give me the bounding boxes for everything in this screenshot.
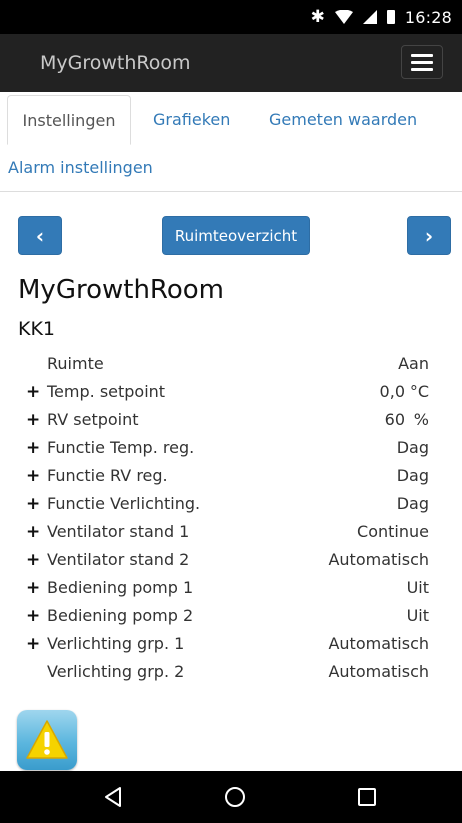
warning-icon xyxy=(26,720,68,759)
expand-plus-icon[interactable]: + xyxy=(26,518,40,546)
setting-value-text: 0,0 xyxy=(379,382,405,401)
setting-value: Dag xyxy=(397,462,429,490)
setting-label: Functie Temp. reg. xyxy=(47,438,195,457)
setting-unit: °C xyxy=(409,382,429,401)
setting-value-text: Uit xyxy=(406,606,429,625)
setting-value: Automatisch xyxy=(328,658,429,686)
hamburger-line xyxy=(411,67,433,71)
setting-value: Dag xyxy=(397,490,429,518)
setting-label: Ventilator stand 2 xyxy=(47,550,190,569)
expand-plus-icon[interactable]: + xyxy=(26,434,40,462)
setting-value-text: Automatisch xyxy=(328,662,429,681)
setting-label: Verlichting grp. 2 xyxy=(47,662,185,681)
tab-bar: Instellingen Grafieken Gemeten waarden A… xyxy=(0,92,462,192)
navbar: MyGrowthRoom xyxy=(0,34,462,92)
setting-row[interactable]: + Bediening pomp 2 Uit xyxy=(0,602,462,630)
setting-value: Uit xyxy=(407,602,429,630)
setting-value-text: Continue xyxy=(357,522,429,541)
setting-value-text: Automatisch xyxy=(328,634,429,653)
room-title: MyGrowthRoom xyxy=(18,275,224,305)
setting-row[interactable]: + Functie Temp. reg. Dag xyxy=(0,434,462,462)
navbar-brand[interactable]: MyGrowthRoom xyxy=(40,34,191,92)
setting-label: RV setpoint xyxy=(47,410,139,429)
setting-row[interactable]: + RV setpoint 60% xyxy=(0,406,462,434)
battery-icon xyxy=(386,10,395,24)
setting-label: Ruimte xyxy=(47,354,104,373)
back-icon[interactable] xyxy=(100,784,126,810)
hamburger-menu-button[interactable] xyxy=(401,45,443,79)
status-icons: ✱ 16:28 xyxy=(311,0,452,34)
setting-value-text: Automatisch xyxy=(328,550,429,569)
bluetooth-icon: ✱ xyxy=(310,7,325,27)
tab-instellingen[interactable]: Instellingen xyxy=(7,95,131,145)
setting-label: Temp. setpoint xyxy=(47,382,166,401)
setting-label: Functie Verlichting. xyxy=(47,494,201,513)
android-navigation-bar xyxy=(0,771,462,823)
home-icon[interactable] xyxy=(222,784,248,810)
setting-value-text: Aan xyxy=(398,354,429,373)
expand-plus-icon[interactable]: + xyxy=(26,602,40,630)
setting-row: Ruimte Aan xyxy=(0,350,462,378)
setting-label: Functie RV reg. xyxy=(47,466,168,485)
status-bar: ✱ 16:28 xyxy=(0,0,462,34)
previous-room-button[interactable]: ‹ xyxy=(18,216,62,255)
expand-plus-icon[interactable]: + xyxy=(26,490,40,518)
setting-label: Verlichting grp. 1 xyxy=(47,634,185,653)
setting-value: Automatisch xyxy=(328,630,429,658)
recent-apps-icon[interactable] xyxy=(354,784,380,810)
setting-label: Bediening pomp 2 xyxy=(47,606,194,625)
setting-label: Ventilator stand 1 xyxy=(47,522,190,541)
setting-row[interactable]: + Verlichting grp. 1 Automatisch xyxy=(0,630,462,658)
tab-alarm-instellingen[interactable]: Alarm instellingen xyxy=(8,143,153,193)
setting-value: Automatisch xyxy=(328,546,429,574)
expand-plus-icon[interactable]: + xyxy=(26,546,40,574)
setting-row: Verlichting grp. 2 Automatisch xyxy=(0,658,462,686)
chevron-left-icon: ‹ xyxy=(35,223,45,248)
setting-value: Continue xyxy=(357,518,429,546)
setting-value: Dag xyxy=(397,434,429,462)
setting-value-text: Dag xyxy=(396,466,429,485)
setting-row[interactable]: + Bediening pomp 1 Uit xyxy=(0,574,462,602)
setting-row[interactable]: + Ventilator stand 1 Continue xyxy=(0,518,462,546)
setting-row[interactable]: + Ventilator stand 2 Automatisch xyxy=(0,546,462,574)
signal-icon xyxy=(362,10,377,24)
room-overview-button[interactable]: Ruimteoverzicht xyxy=(162,216,310,255)
alarm-button[interactable] xyxy=(17,710,77,770)
hamburger-menu-icon xyxy=(411,53,433,57)
setting-value: Uit xyxy=(407,574,429,602)
expand-plus-icon[interactable]: + xyxy=(26,462,40,490)
expand-plus-icon[interactable]: + xyxy=(26,406,40,434)
setting-row[interactable]: + Functie Verlichting. Dag xyxy=(0,490,462,518)
setting-row[interactable]: + Functie RV reg. Dag xyxy=(0,462,462,490)
room-subtitle: KK1 xyxy=(18,318,56,340)
expand-plus-icon[interactable]: + xyxy=(26,574,40,602)
setting-value-text: 60 xyxy=(384,410,405,429)
tab-divider xyxy=(0,191,462,192)
setting-label: Bediening pomp 1 xyxy=(47,578,194,597)
wifi-icon xyxy=(334,10,353,24)
tab-grafieken[interactable]: Grafieken xyxy=(153,95,230,145)
setting-unit: % xyxy=(413,410,429,429)
status-time: 16:28 xyxy=(404,7,452,27)
next-room-button[interactable]: › xyxy=(407,216,451,255)
setting-value-text: Dag xyxy=(396,438,429,457)
setting-row[interactable]: + Temp. setpoint 0,0 °C xyxy=(0,378,462,406)
setting-value: 60% xyxy=(385,406,429,434)
setting-value: 0,0 °C xyxy=(380,378,429,406)
setting-value: Aan xyxy=(398,350,429,378)
chevron-right-icon: › xyxy=(424,223,434,248)
tab-gemeten-waarden[interactable]: Gemeten waarden xyxy=(269,95,417,145)
expand-plus-icon[interactable]: + xyxy=(26,378,40,406)
setting-value-text: Dag xyxy=(396,494,429,513)
room-navigation: ‹ Ruimteoverzicht › xyxy=(0,214,462,256)
hamburger-line xyxy=(411,60,433,64)
setting-value-text: Uit xyxy=(406,578,429,597)
expand-plus-icon[interactable]: + xyxy=(26,630,40,658)
